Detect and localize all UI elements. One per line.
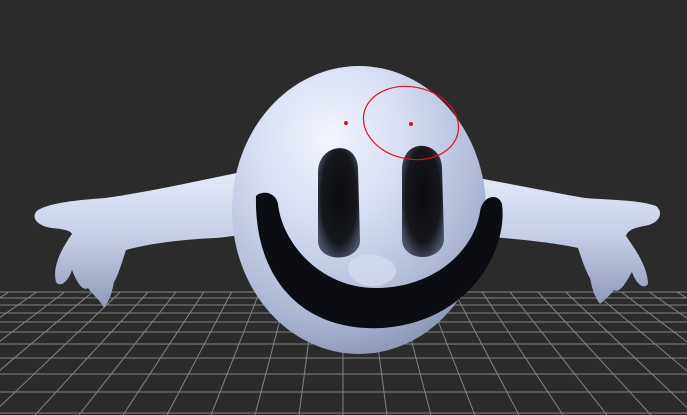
left-eye (318, 148, 360, 258)
grid-line-v (0, 291, 37, 319)
grid-line-v (0, 291, 10, 299)
grid-line-v (166, 291, 233, 415)
grid-line-v (122, 291, 205, 415)
right-eye (402, 145, 444, 258)
grid-line-v (0, 291, 121, 408)
grid-line-v (565, 291, 687, 409)
grid-line-v (0, 291, 93, 371)
grid-line-v (453, 291, 520, 415)
grid-line-v (621, 291, 687, 343)
grid-line-v (481, 291, 564, 415)
grid-line-v (593, 291, 687, 372)
marker-point-left[interactable] (344, 121, 348, 125)
marker-point-right[interactable] (409, 122, 413, 126)
grid-line-v (210, 291, 260, 415)
grid-line-v (676, 291, 687, 299)
grid-line-v (78, 291, 177, 415)
grid-line-v (509, 291, 608, 415)
3d-viewport[interactable] (0, 0, 687, 415)
left-arm (34, 168, 265, 308)
grid-line-v (649, 291, 687, 319)
viewport-canvas (0, 66, 687, 415)
ghost-model[interactable] (34, 66, 660, 354)
grid-line-v (537, 291, 652, 415)
grid-line-v (34, 291, 149, 415)
